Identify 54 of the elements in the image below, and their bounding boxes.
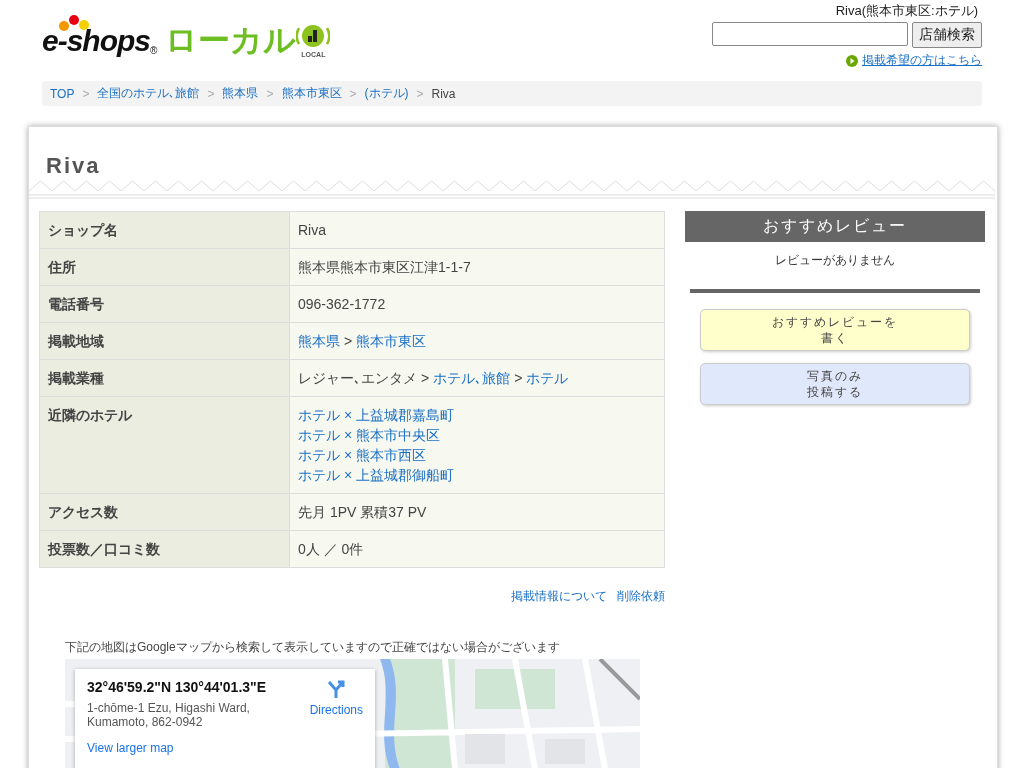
footer-link[interactable]: 掲載情報について bbox=[511, 588, 607, 605]
breadcrumb-link[interactable]: 熊本県 bbox=[222, 85, 259, 102]
value-text: > bbox=[514, 369, 523, 388]
listing-link[interactable]: 掲載希望の方はこちら bbox=[862, 52, 982, 69]
row-label: アクセス数 bbox=[39, 493, 290, 531]
map-address: 1-chōme-1 Ezu, Higashi Ward, Kumamoto, 862-0942 bbox=[87, 701, 251, 729]
value-link[interactable]: ホテル､旅館 bbox=[433, 368, 511, 388]
empty-message: レビューがありません bbox=[775, 252, 895, 269]
breadcrumb-separator: > bbox=[207, 86, 215, 101]
value-link[interactable]: ホテル × 熊本市中央区 bbox=[298, 425, 440, 445]
search-button[interactable]: 店舗検索 bbox=[912, 22, 982, 48]
value-text: Riva bbox=[298, 221, 326, 240]
action-button[interactable]: 写真のみ 投稿する bbox=[700, 363, 970, 405]
action-button[interactable]: おすすめレビューを 書く bbox=[700, 309, 970, 351]
row-label: ショップ名 bbox=[39, 211, 290, 249]
section-heading: おすすめレビュー bbox=[685, 211, 985, 242]
row-label: 住所 bbox=[39, 248, 290, 286]
value-link[interactable]: ホテル × 熊本市西区 bbox=[298, 445, 426, 465]
value-text: 先月 1PV 累積37 PV bbox=[298, 503, 427, 522]
value-link[interactable]: ホテル × 上益城郡嘉島町 bbox=[298, 405, 454, 425]
map-note: 下記の地図はGoogleマップから検索して表示していますので正確ではない場合がございます bbox=[65, 639, 561, 656]
value-link[interactable]: 熊本県 bbox=[298, 331, 340, 351]
row-label: 投票数／口コミ数 bbox=[39, 530, 290, 568]
page-caption: Riva(熊本市東区:ホテル) bbox=[835, 2, 978, 20]
footer-link[interactable]: 削除依頼 bbox=[617, 588, 665, 605]
registered-mark: ® bbox=[150, 45, 158, 56]
value-text: > bbox=[421, 369, 430, 388]
breadcrumb-separator: > bbox=[349, 86, 357, 101]
breadcrumb-link[interactable]: 全国のホテル､旅館 bbox=[97, 85, 200, 102]
value-text: 0人 ／ 0件 bbox=[298, 540, 364, 559]
value-link[interactable]: ホテル bbox=[526, 368, 569, 388]
row-label: 掲載業種 bbox=[39, 359, 290, 397]
shop-title: Riva bbox=[45, 152, 102, 179]
logo-text: ローカル bbox=[165, 24, 297, 56]
row-label: 近隣のホテル bbox=[39, 396, 290, 494]
breadcrumb-link[interactable]: (ホテル) bbox=[364, 85, 409, 102]
value-text: 096-362-1772 bbox=[298, 295, 386, 314]
larger-map-link[interactable]: View larger map bbox=[87, 741, 267, 755]
directions-link[interactable]: Directions bbox=[309, 703, 363, 717]
breadcrumb-current: Riva bbox=[431, 86, 456, 101]
value-link[interactable]: ホテル × 上益城郡御船町 bbox=[298, 465, 454, 485]
row-label: 掲載地域 bbox=[39, 322, 290, 360]
logo-text: e-shops bbox=[42, 26, 151, 56]
breadcrumb-link[interactable]: 熊本市東区 bbox=[281, 85, 342, 102]
coordinates: 32°46'59.2"N 130°44'01.3"E bbox=[87, 679, 267, 695]
breadcrumb-separator: > bbox=[266, 86, 274, 101]
value-text: > bbox=[344, 332, 353, 351]
breadcrumb-link[interactable]: TOP bbox=[50, 86, 75, 101]
breadcrumb-separator: > bbox=[416, 86, 424, 101]
breadcrumb-separator: > bbox=[82, 86, 90, 101]
row-label: 電話番号 bbox=[39, 285, 290, 323]
value-text: レジャー､エンタメ bbox=[298, 369, 417, 388]
value-link[interactable]: 熊本市東区 bbox=[356, 331, 427, 351]
value-text: 熊本県熊本市東区江津1-1-7 bbox=[298, 258, 471, 277]
